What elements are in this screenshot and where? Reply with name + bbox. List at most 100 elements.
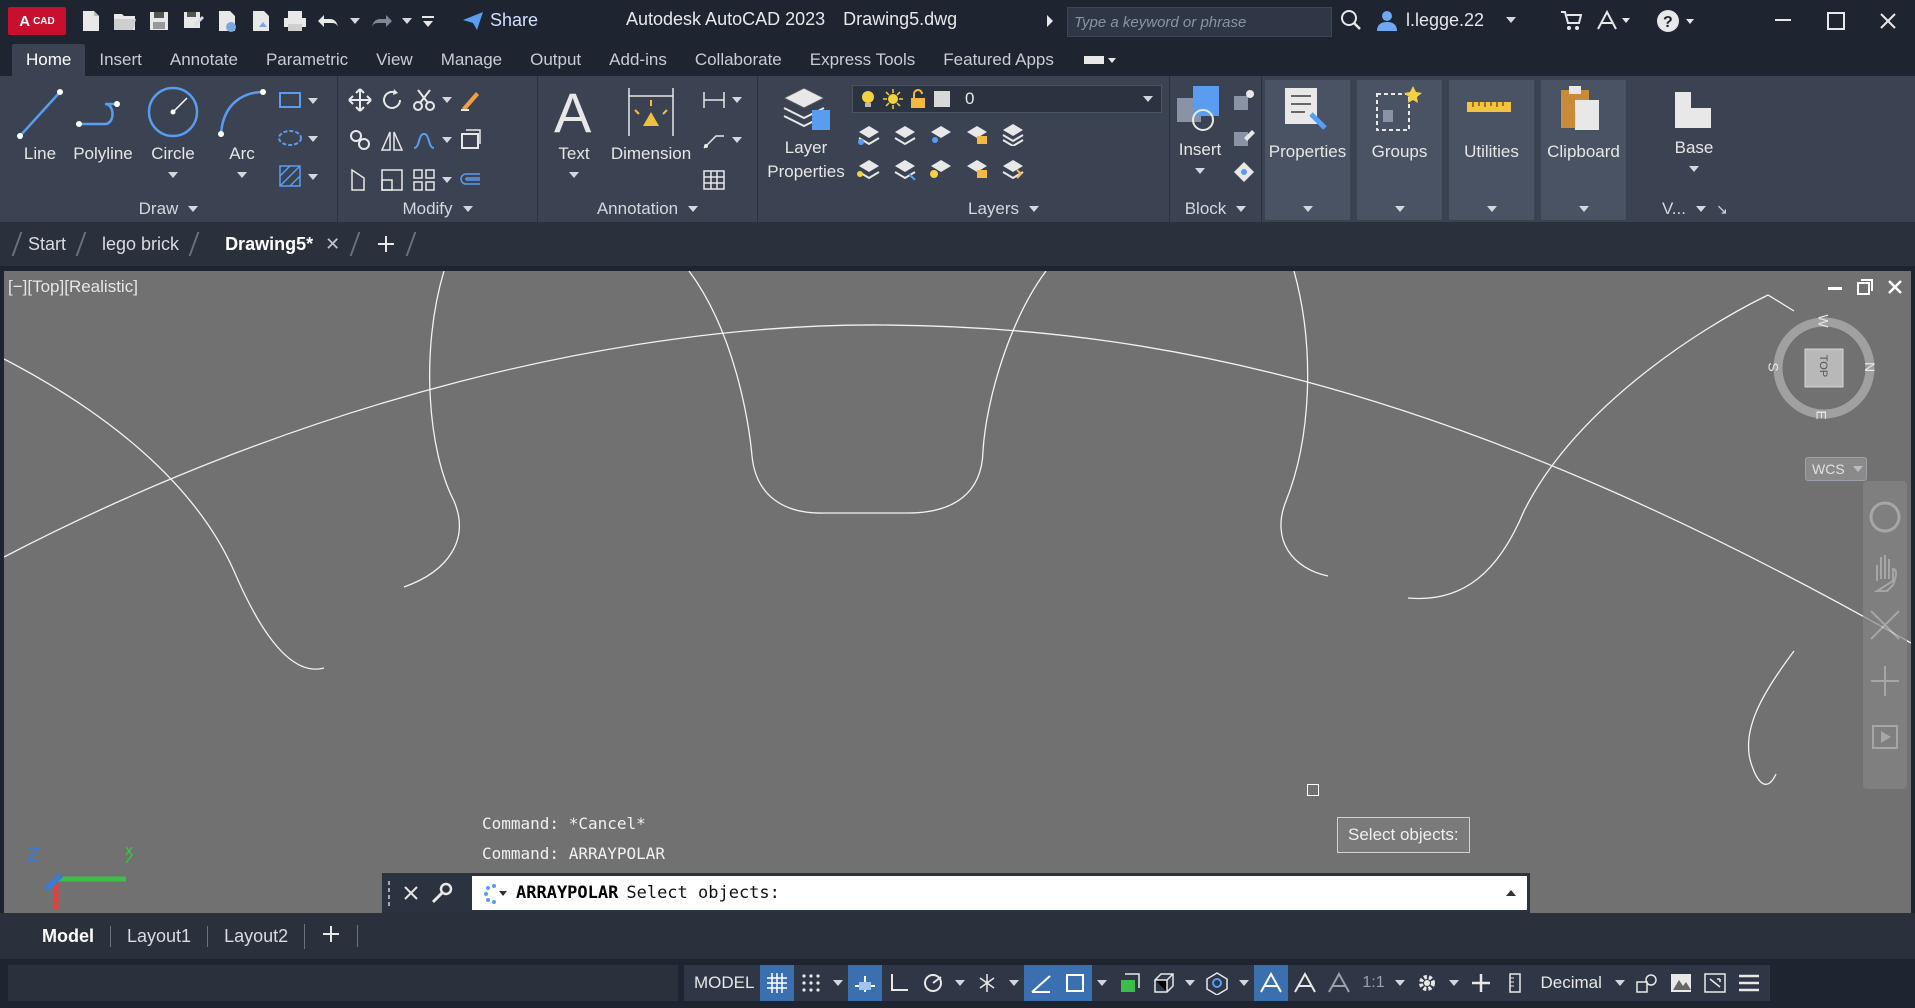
properties-panel-button[interactable]: Properties: [1265, 80, 1350, 220]
fillet-dropdown-icon[interactable]: [442, 137, 452, 143]
text-button[interactable]: A Text: [550, 84, 598, 178]
move-icon[interactable]: [346, 86, 374, 114]
user-menu[interactable]: l.legge.22: [1376, 9, 1517, 31]
layer-isolate-icon[interactable]: [926, 120, 954, 148]
search-input[interactable]: Type a keyword or phrase: [1067, 7, 1332, 37]
annotation-panel-title[interactable]: Annotation: [538, 196, 757, 222]
clean-screen-icon[interactable]: [1698, 965, 1732, 1001]
rotate-icon[interactable]: [378, 86, 406, 114]
copy-icon[interactable]: [346, 126, 374, 154]
units-value[interactable]: Decimal: [1532, 965, 1609, 1001]
viewcube-top-face[interactable]: TOP: [1817, 355, 1829, 377]
open-folder-icon[interactable]: [112, 6, 138, 36]
command-history-toggle-icon[interactable]: [1505, 888, 1517, 898]
groups-panel-button[interactable]: Groups: [1357, 80, 1442, 220]
infer-constraints-icon[interactable]: [848, 965, 883, 1001]
tab-addins[interactable]: Add-ins: [595, 44, 681, 76]
customize-wrench-icon[interactable]: [426, 882, 458, 904]
customization-menu-icon[interactable]: [1732, 965, 1766, 1001]
viewport-close-icon[interactable]: [1887, 279, 1903, 300]
circle-dropdown-icon[interactable]: [168, 172, 178, 178]
dimension-dropdown-icon[interactable]: [732, 97, 742, 103]
compass-north[interactable]: N: [1862, 362, 1878, 372]
object-snap-icon[interactable]: [1058, 965, 1093, 1001]
snap-icon[interactable]: [794, 965, 828, 1001]
view-panel-title[interactable]: V... ↘: [1660, 196, 1750, 222]
layout-tab-layout1[interactable]: Layout1: [110, 925, 207, 947]
rectangle-dropdown-icon[interactable]: [308, 98, 318, 104]
layer-match-icon[interactable]: [854, 120, 882, 148]
polar-dropdown-icon[interactable]: [950, 965, 970, 1001]
block-panel-title[interactable]: Block: [1170, 196, 1261, 222]
layer-unlock-icon[interactable]: [962, 154, 990, 182]
command-input[interactable]: ARRAYPOLAR Select objects:: [472, 876, 1527, 910]
leader-icon[interactable]: [700, 126, 728, 154]
layer-lock-icon[interactable]: [962, 120, 990, 148]
edit-attributes-icon[interactable]: [1230, 158, 1258, 186]
layer-freeze-icon[interactable]: [926, 154, 954, 182]
scale-dropdown-icon[interactable]: [1390, 965, 1410, 1001]
units-dropdown-icon[interactable]: [1610, 965, 1630, 1001]
line-button[interactable]: Line: [16, 84, 64, 166]
tab-manage[interactable]: Manage: [427, 44, 516, 76]
undo-icon[interactable]: [316, 6, 342, 36]
save-as-icon[interactable]: [180, 6, 206, 36]
compass-west[interactable]: W: [1816, 314, 1832, 327]
viewport-controls-label[interactable]: [−][Top][Realistic]: [8, 277, 138, 297]
layer-copy-icon[interactable]: [890, 154, 918, 182]
compass-east[interactable]: E: [1814, 410, 1830, 419]
drawing-canvas[interactable]: [4, 271, 1911, 913]
auto-scale-icon[interactable]: [1288, 965, 1322, 1001]
object-snap-tracking-icon[interactable]: [1024, 965, 1059, 1001]
search-icon[interactable]: [1340, 9, 1362, 36]
layer-merge-icon[interactable]: [998, 154, 1026, 182]
grid-icon[interactable]: [760, 965, 795, 1001]
rectangle-icon[interactable]: [276, 86, 304, 114]
tab-parametric[interactable]: Parametric: [252, 44, 362, 76]
modify-panel-title[interactable]: Modify: [338, 196, 537, 222]
save-web-icon[interactable]: [248, 6, 274, 36]
workspace-dropdown-icon[interactable]: [1444, 965, 1464, 1001]
dimension-button[interactable]: Dimension: [608, 84, 694, 166]
annotation-monitor-icon[interactable]: [1464, 965, 1498, 1001]
linear-dimension-icon[interactable]: [700, 86, 728, 114]
chevron-right-icon[interactable]: [1045, 12, 1055, 30]
annotation-scale-icon[interactable]: [1322, 965, 1356, 1001]
erase-icon[interactable]: [456, 86, 484, 114]
redo-dropdown-icon[interactable]: [402, 6, 412, 36]
ellipse-dropdown-icon[interactable]: [308, 136, 318, 142]
open-web-icon[interactable]: [214, 6, 240, 36]
scale-icon[interactable]: [378, 166, 406, 194]
fillet-icon[interactable]: [410, 126, 438, 154]
table-icon[interactable]: [700, 166, 728, 194]
layout-tab-layout2[interactable]: Layout2: [207, 925, 304, 947]
gear-icon[interactable]: [1410, 965, 1444, 1001]
array-dropdown-icon[interactable]: [442, 177, 452, 183]
rectangular-array-icon[interactable]: [410, 166, 438, 194]
undo-dropdown-icon[interactable]: [350, 6, 360, 36]
isodraft-dropdown-icon[interactable]: [1004, 965, 1024, 1001]
stretch-icon[interactable]: [346, 166, 374, 194]
insert-block-button[interactable]: Insert: [1174, 84, 1226, 174]
new-layout-button[interactable]: [304, 923, 357, 949]
navigation-bar[interactable]: [1863, 481, 1907, 789]
ortho-icon[interactable]: [882, 965, 916, 1001]
arc-button[interactable]: Arc: [214, 84, 270, 178]
units-icon[interactable]: [1498, 965, 1532, 1001]
trim-icon[interactable]: [410, 86, 438, 114]
layer-properties-button[interactable]: Layer Properties: [764, 84, 848, 184]
cart-icon[interactable]: [1560, 9, 1583, 38]
layer-walk-icon[interactable]: [998, 120, 1026, 148]
hatch-dropdown-icon[interactable]: [308, 174, 318, 180]
polar-tracking-icon[interactable]: [916, 965, 950, 1001]
array-icon[interactable]: [456, 126, 484, 154]
edit-block-icon[interactable]: [1230, 122, 1258, 150]
autodesk-app-icon[interactable]: [1596, 9, 1630, 38]
new-tab-button[interactable]: [349, 222, 414, 266]
layer-dropdown[interactable]: 0: [852, 85, 1162, 113]
viewcube[interactable]: TOP W E S N: [1765, 309, 1883, 427]
offset-icon[interactable]: [456, 166, 484, 194]
new-file-icon[interactable]: [78, 6, 104, 36]
save-icon[interactable]: [146, 6, 172, 36]
tab-output[interactable]: Output: [516, 44, 595, 76]
